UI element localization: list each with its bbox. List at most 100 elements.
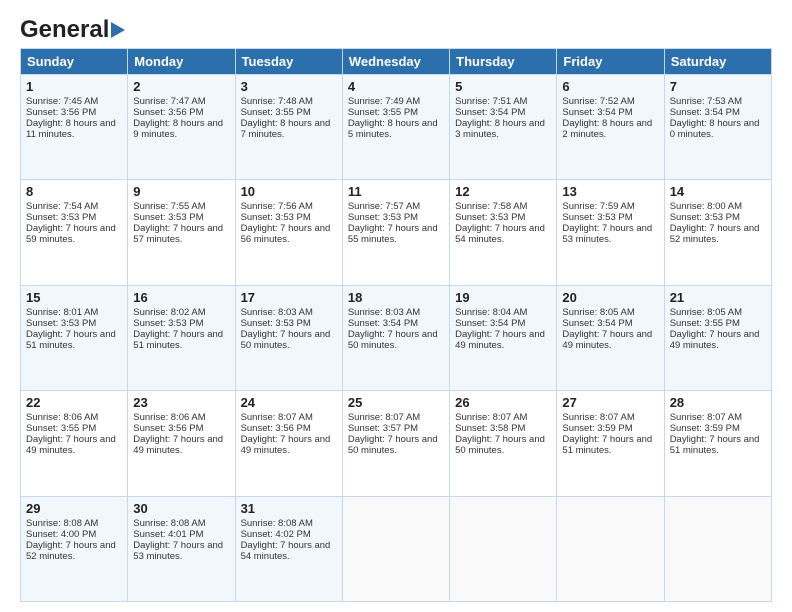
sunset-text: Sunset: 3:53 PM: [133, 318, 203, 329]
table-row: [664, 496, 771, 601]
table-row: 20 Sunrise: 8:05 AMSunset: 3:54 PMDayligh…: [557, 285, 664, 390]
daylight-text: Daylight: 7 hours and 54 minutes.: [241, 540, 331, 562]
header: General: [20, 16, 772, 40]
sunrise-text: Sunrise: 7:56 AM: [241, 201, 313, 212]
day-number: 25: [348, 395, 444, 410]
day-number: 10: [241, 184, 337, 199]
sunset-text: Sunset: 3:56 PM: [26, 107, 96, 118]
sunset-text: Sunset: 3:54 PM: [455, 107, 525, 118]
day-number: 29: [26, 501, 122, 516]
day-number: 19: [455, 290, 551, 305]
table-row: 28Sunrise: 8:07 AMSunset: 3:59 PMDayligh…: [664, 391, 771, 496]
sunrise-text: Sunrise: 8:04 AM: [455, 307, 527, 318]
table-row: 25Sunrise: 8:07 AMSunset: 3:57 PMDayligh…: [342, 391, 449, 496]
table-row: 12Sunrise: 7:58 AMSunset: 3:53 PMDayligh…: [450, 180, 557, 285]
sunset-text: Sunset: 3:55 PM: [348, 107, 418, 118]
daylight-text: Daylight: 8 hours and 11 minutes.: [26, 118, 116, 140]
sunrise-text: Sunrise: 8:01 AM: [26, 307, 98, 318]
col-friday: Friday: [557, 49, 664, 75]
sunrise-text: Sunrise: 8:07 AM: [455, 412, 527, 423]
sunset-text: Sunset: 3:53 PM: [348, 212, 418, 223]
sunset-text: Sunset: 3:54 PM: [455, 318, 525, 329]
day-number: 18: [348, 290, 444, 305]
day-number: 2: [133, 79, 229, 94]
sunrise-text: Sunrise: 7:57 AM: [348, 201, 420, 212]
daylight-text: Daylight: 7 hours and 53 minutes.: [133, 540, 223, 562]
sunrise-text: Sunrise: 7:47 AM: [133, 96, 205, 107]
daylight-text: Daylight: 7 hours and 51 minutes.: [670, 434, 760, 456]
table-row: [557, 496, 664, 601]
sunset-text: Sunset: 3:54 PM: [348, 318, 418, 329]
table-row: 19 Sunrise: 8:04 AMSunset: 3:54 PMDayligh…: [450, 285, 557, 390]
sunset-text: Sunset: 3:53 PM: [455, 212, 525, 223]
sunset-text: Sunset: 3:59 PM: [670, 423, 740, 434]
day-number: 6: [562, 79, 658, 94]
sunrise-text: Sunrise: 7:59 AM: [562, 201, 634, 212]
sunrise-text: Sunrise: 7:53 AM: [670, 96, 742, 107]
sunset-text: Sunset: 3:58 PM: [455, 423, 525, 434]
sunrise-text: Sunrise: 8:07 AM: [562, 412, 634, 423]
daylight-text: Daylight: 7 hours and 59 minutes.: [26, 223, 116, 245]
sunset-text: Sunset: 3:56 PM: [133, 423, 203, 434]
table-row: 30Sunrise: 8:08 AMSunset: 4:01 PMDayligh…: [128, 496, 235, 601]
table-row: 23Sunrise: 8:06 AMSunset: 3:56 PMDayligh…: [128, 391, 235, 496]
sunset-text: Sunset: 3:55 PM: [26, 423, 96, 434]
sunset-text: Sunset: 3:54 PM: [562, 318, 632, 329]
week-row-2: 8Sunrise: 7:54 AMSunset: 3:53 PMDaylight…: [21, 180, 772, 285]
sunrise-text: Sunrise: 8:05 AM: [562, 307, 634, 318]
page: General Sunday Monday Tuesday Wednesday …: [0, 0, 792, 612]
daylight-text: Daylight: 7 hours and 53 minutes.: [562, 223, 652, 245]
day-number: 13: [562, 184, 658, 199]
daylight-text: Daylight: 7 hours and 57 minutes.: [133, 223, 223, 245]
table-row: 7Sunrise: 7:53 AMSunset: 3:54 PMDaylight…: [664, 75, 771, 180]
day-number: 22: [26, 395, 122, 410]
daylight-text: Daylight: 7 hours and 49 minutes.: [455, 329, 545, 351]
sunset-text: Sunset: 4:02 PM: [241, 529, 311, 540]
daylight-text: Daylight: 8 hours and 0 minutes.: [670, 118, 760, 140]
sunset-text: Sunset: 3:53 PM: [26, 318, 96, 329]
day-number: 27: [562, 395, 658, 410]
sunrise-text: Sunrise: 8:07 AM: [348, 412, 420, 423]
sunrise-text: Sunrise: 7:45 AM: [26, 96, 98, 107]
daylight-text: Daylight: 7 hours and 50 minutes.: [348, 329, 438, 351]
day-number: 16: [133, 290, 229, 305]
logo-arrow-icon: [111, 22, 125, 38]
sunrise-text: Sunrise: 8:06 AM: [133, 412, 205, 423]
day-number: 14: [670, 184, 766, 199]
sunset-text: Sunset: 3:53 PM: [133, 212, 203, 223]
logo: General: [20, 16, 125, 40]
table-row: 11Sunrise: 7:57 AMSunset: 3:53 PMDayligh…: [342, 180, 449, 285]
sunrise-text: Sunrise: 8:08 AM: [26, 518, 98, 529]
sunrise-text: Sunrise: 8:02 AM: [133, 307, 205, 318]
daylight-text: Daylight: 7 hours and 52 minutes.: [26, 540, 116, 562]
sunrise-text: Sunrise: 8:07 AM: [670, 412, 742, 423]
daylight-text: Daylight: 8 hours and 9 minutes.: [133, 118, 223, 140]
sunset-text: Sunset: 3:53 PM: [26, 212, 96, 223]
table-row: 21Sunrise: 8:05 AMSunset: 3:55 PMDayligh…: [664, 285, 771, 390]
week-row-1: 1Sunrise: 7:45 AMSunset: 3:56 PMDaylight…: [21, 75, 772, 180]
day-number: 4: [348, 79, 444, 94]
table-row: 2Sunrise: 7:47 AMSunset: 3:56 PMDaylight…: [128, 75, 235, 180]
table-row: 4Sunrise: 7:49 AMSunset: 3:55 PMDaylight…: [342, 75, 449, 180]
week-row-4: 22 Sunrise: 8:06 AM Sunset: 3:55 PM Dayligh…: [21, 391, 772, 496]
col-thursday: Thursday: [450, 49, 557, 75]
table-row: 22Sunrise: 8:06 AMSunset: 3:55 PMDayligh…: [21, 391, 128, 496]
sunset-text: Sunset: 3:55 PM: [670, 318, 740, 329]
daylight-text: Daylight: 7 hours and 49 minutes.: [241, 434, 331, 456]
table-row: 18Sunrise: 8:03 AMSunset: 3:54 PMDayligh…: [342, 285, 449, 390]
sunset-text: Sunset: 3:54 PM: [562, 107, 632, 118]
day-number: 20: [562, 290, 658, 305]
daylight-text: Daylight: 7 hours and 51 minutes.: [133, 329, 223, 351]
col-wednesday: Wednesday: [342, 49, 449, 75]
daylight-text: Daylight: 7 hours and 49 minutes.: [562, 329, 652, 351]
sunset-text: Sunset: 4:01 PM: [133, 529, 203, 540]
daylight-text: Daylight: 8 hours and 5 minutes.: [348, 118, 438, 140]
table-row: 8Sunrise: 7:54 AMSunset: 3:53 PMDaylight…: [21, 180, 128, 285]
sunrise-text: Sunrise: 7:52 AM: [562, 96, 634, 107]
table-row: 14Sunrise: 8:00 AMSunset: 3:53 PMDayligh…: [664, 180, 771, 285]
col-sunday: Sunday: [21, 49, 128, 75]
sunrise-text: Sunrise: 8:08 AM: [133, 518, 205, 529]
week-row-3: 15Sunrise: 8:01 AMSunset: 3:53 PMDayligh…: [21, 285, 772, 390]
sunrise-text: Sunrise: 7:51 AM: [455, 96, 527, 107]
sunrise-text: Sunrise: 8:08 AM: [241, 518, 313, 529]
